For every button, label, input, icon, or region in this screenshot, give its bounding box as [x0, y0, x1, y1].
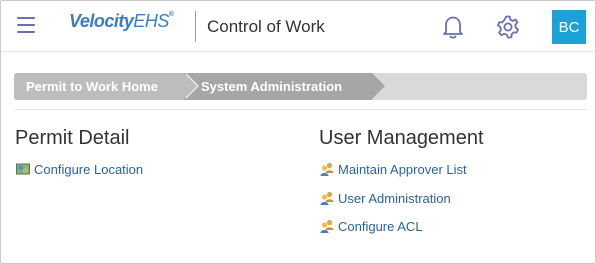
section-divider	[14, 109, 587, 110]
user-management-heading: User Management	[319, 127, 484, 149]
link-label: Configure Location	[34, 161, 144, 177]
breadcrumb-item-system-administration: System Administration	[184, 73, 385, 100]
hamburger-menu-icon[interactable]	[17, 17, 39, 35]
permit-detail-heading: Permit Detail	[15, 127, 130, 149]
gear-icon[interactable]	[495, 14, 521, 40]
configure-acl-link[interactable]: Configure ACL	[319, 218, 423, 234]
link-label: Maintain Approver List	[338, 161, 467, 177]
user-administration-link[interactable]: User Administration	[319, 190, 451, 206]
breadcrumb-item-home[interactable]: Permit to Work Home	[14, 73, 199, 100]
breadcrumb: Permit to Work Home System Administratio…	[14, 73, 587, 100]
link-label: User Administration	[338, 190, 451, 206]
header-divider	[195, 11, 196, 42]
app-title: Control of Work	[207, 17, 325, 36]
map-icon	[15, 161, 31, 177]
users-icon	[319, 218, 335, 234]
maintain-approver-list-link[interactable]: Maintain Approver List	[319, 161, 467, 177]
top-header: VelocityEHS® Control of Work BC	[1, 1, 595, 52]
link-label: Configure ACL	[338, 218, 423, 234]
users-icon	[319, 190, 335, 206]
velocity-ehs-logo: VelocityEHS®	[69, 11, 174, 31]
bell-icon[interactable]	[441, 14, 465, 40]
configure-location-link[interactable]: Configure Location	[15, 161, 143, 177]
user-avatar[interactable]: BC	[552, 10, 586, 44]
users-icon	[319, 161, 335, 177]
